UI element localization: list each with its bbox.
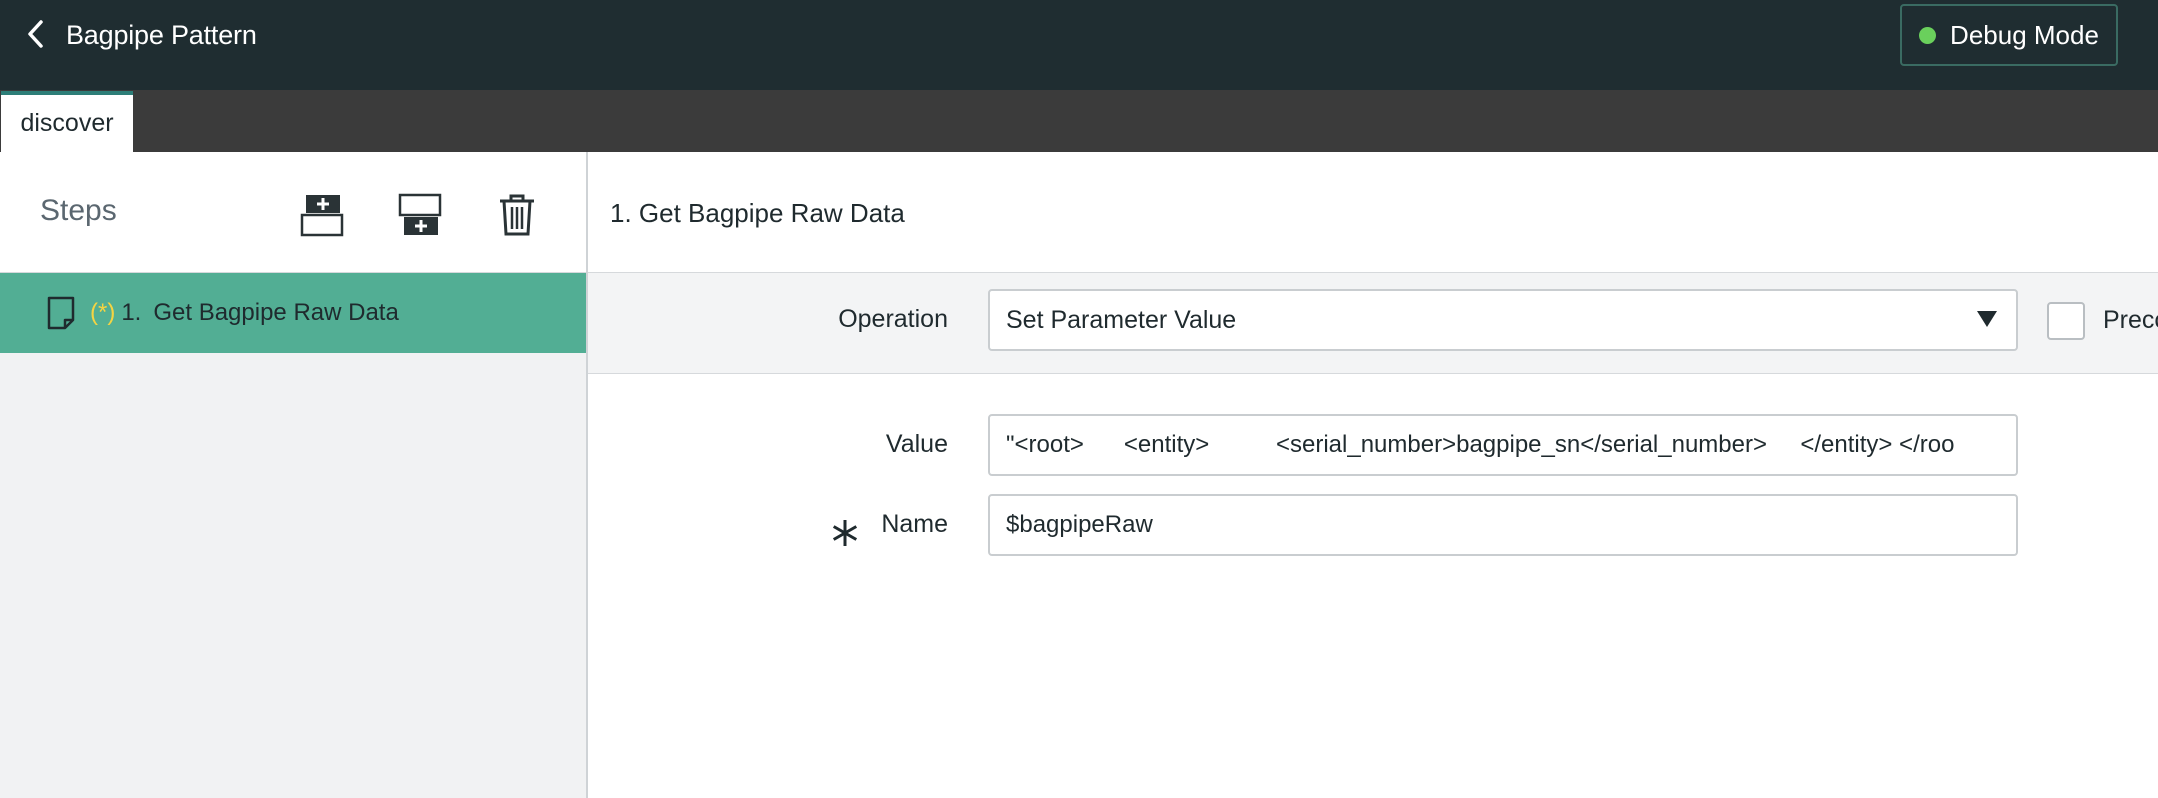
step-detail-title: 1. Get Bagpipe Raw Data <box>610 198 905 228</box>
step-detail-panel: 1. Get Bagpipe Raw Data Operation Set Pa… <box>588 152 2158 798</box>
insert-step-below-button[interactable] <box>396 190 446 240</box>
tab-strip: discover <box>0 90 2158 152</box>
value-label: Value <box>885 430 948 458</box>
insert-step-above-icon <box>300 195 344 237</box>
step-item[interactable]: (*) 1. Get Bagpipe Raw Data <box>0 273 586 353</box>
page-title: Bagpipe Pattern <box>66 20 257 50</box>
value-input[interactable] <box>988 414 2018 476</box>
debug-mode-button[interactable]: Debug Mode <box>1900 4 2118 66</box>
document-icon <box>47 296 75 330</box>
precondition-label: Precc <box>2103 306 2158 334</box>
operation-label: Operation <box>838 305 948 333</box>
step-modified-marker: (*) <box>90 299 116 326</box>
operation-select[interactable]: Set Parameter Value <box>988 289 2018 351</box>
steps-header: Steps <box>0 152 586 273</box>
tab-discover[interactable]: discover <box>1 91 133 152</box>
step-number: 1. <box>121 299 142 326</box>
steps-panel: Steps (*) 1. Get Bagpipe Raw Data <box>0 152 588 798</box>
insert-step-below-icon <box>398 193 442 235</box>
debug-mode-label: Debug Mode <box>1950 19 2099 50</box>
back-button[interactable] <box>18 16 54 52</box>
top-header: Bagpipe Pattern Debug Mode <box>0 0 2158 90</box>
steps-title: Steps <box>40 194 117 227</box>
delete-step-button[interactable] <box>492 190 542 240</box>
name-label: Name <box>881 510 948 538</box>
step-label: Get Bagpipe Raw Data <box>153 299 399 326</box>
operation-selected-value: Set Parameter Value <box>1006 305 1237 334</box>
insert-step-above-button[interactable] <box>298 190 348 240</box>
operation-row: Operation Set Parameter Value Precc <box>588 272 2158 374</box>
name-input[interactable] <box>988 494 2018 556</box>
status-dot-icon <box>1919 26 1937 44</box>
chevron-left-icon <box>28 20 43 48</box>
trash-icon <box>500 194 534 236</box>
dropdown-arrow-icon <box>1977 311 1997 327</box>
precondition-checkbox[interactable] <box>2047 302 2085 340</box>
